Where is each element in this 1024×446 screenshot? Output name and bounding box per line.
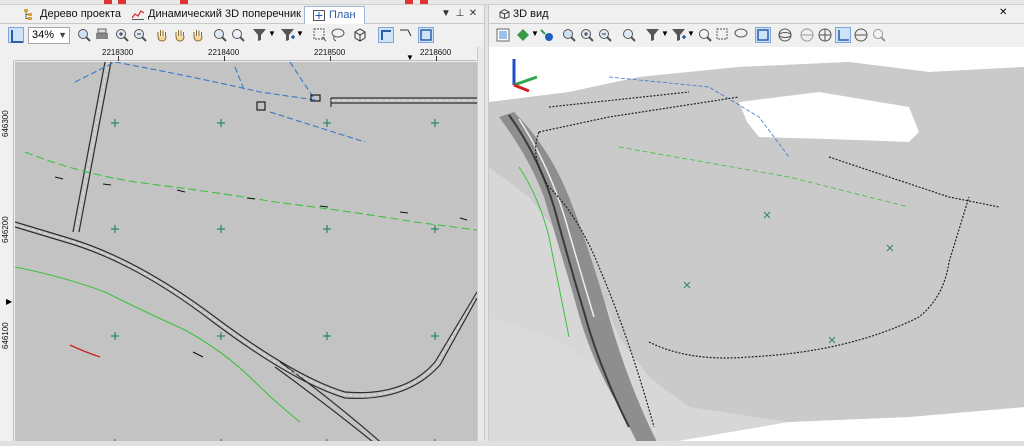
ruler-left: 646300 646200 646100 ▶ (0, 61, 14, 446)
plan-toolbar: 34% ▼ ▼ ▼ (0, 25, 484, 46)
corner-icon (381, 30, 391, 40)
snap-line-icon[interactable] (397, 27, 413, 43)
ruler-toggle-button[interactable] (8, 27, 24, 43)
chevron-down-icon: ▼ (58, 30, 67, 40)
bottom-edge (0, 441, 1024, 446)
pan-hand-alt-icon[interactable] (172, 27, 188, 43)
zoom-value: 34% (32, 29, 55, 41)
snap-corner-button[interactable] (378, 27, 394, 43)
map-markers (54, 94, 468, 358)
zoom-out-icon[interactable] (132, 27, 148, 43)
filter-icon[interactable] (645, 27, 661, 43)
app-window: Дерево проекта Динамический 3D поперечни… (0, 0, 1024, 446)
tab-label: Дерево проекта (40, 8, 121, 20)
tab-label: Динамический 3D поперечник (148, 8, 301, 20)
tab-menu-button[interactable]: ▼ (440, 7, 452, 21)
axis-gizmo (512, 59, 538, 93)
layers-icon[interactable] (495, 27, 511, 43)
ruler-label: 646300 (1, 110, 10, 137)
filter-icon[interactable] (252, 27, 268, 43)
plan-pane: Дерево проекта Динамический 3D поперечни… (0, 5, 484, 446)
select-window-icon[interactable] (312, 27, 328, 43)
close-button[interactable]: ✕ (467, 7, 479, 21)
red-line (69, 344, 101, 358)
zoom-extents-icon[interactable] (561, 27, 577, 43)
green-lines (15, 151, 477, 423)
3d-view-icon (499, 9, 510, 19)
tree-icon (24, 9, 32, 20)
surface-icon[interactable] (515, 27, 531, 43)
3d-box-icon[interactable] (352, 27, 368, 43)
cross-section-icon (132, 10, 144, 20)
filter-add-icon[interactable] (280, 27, 296, 43)
chevron-down-icon[interactable]: ▼ (687, 29, 695, 38)
magnify-icon[interactable] (871, 27, 887, 43)
tab-project-tree[interactable]: Дерево проекта (16, 6, 129, 24)
3d-toolbar: ▼ ▼ ▼ (489, 25, 1024, 46)
road-lines (15, 62, 477, 446)
zoom-select[interactable]: 34% ▼ (28, 27, 70, 44)
chevron-down-icon[interactable]: ▼ (661, 29, 669, 38)
axis-toggle-button[interactable] (835, 27, 851, 43)
axis-icon (838, 30, 849, 41)
chevron-down-icon[interactable]: ▼ (531, 29, 539, 38)
zoom-in-icon[interactable] (114, 27, 130, 43)
tab-label: План (329, 9, 356, 21)
frame-toggle-button[interactable] (755, 27, 771, 43)
3d-terrain-drawing (489, 59, 1024, 446)
ruler-label: 646200 (1, 216, 10, 243)
ruler-label: 646100 (1, 322, 10, 349)
ruler-marker-icon: ▼ (406, 53, 414, 62)
rotate-view-icon[interactable] (799, 27, 815, 43)
lasso-select-icon[interactable] (733, 27, 749, 43)
3d-viewport[interactable] (489, 47, 1024, 446)
frame-icon (757, 29, 769, 41)
ruler-top: 2218300 2218400 2218500 2218600 ▼ (14, 47, 476, 62)
pan-hand-move-icon[interactable] (190, 27, 206, 43)
print-icon[interactable] (94, 27, 110, 43)
globe-icon[interactable] (817, 27, 833, 43)
light-source-icon[interactable] (539, 27, 555, 43)
select-window-icon[interactable] (715, 27, 731, 43)
zoom-out-icon[interactable] (597, 27, 613, 43)
plan-map-canvas[interactable] (15, 62, 477, 446)
pick-icon[interactable] (697, 27, 713, 43)
tab-plan[interactable]: План (304, 6, 365, 24)
chevron-down-icon[interactable]: ▼ (296, 29, 304, 38)
zoom-extents-icon[interactable] (76, 27, 92, 43)
lasso-select-icon[interactable] (330, 27, 346, 43)
tab-bar: Дерево проекта Динамический 3D поперечни… (0, 5, 484, 24)
3d-view-pane: 3D вид ✕ ▼ ▼ ▼ (489, 5, 1024, 446)
3d-view-titlebar: 3D вид ✕ (489, 5, 1024, 24)
ruler-marker-icon: ▶ (6, 297, 13, 306)
pin-button[interactable]: ⊥ (454, 7, 466, 21)
orbit-icon[interactable] (777, 27, 793, 43)
filter-add-icon[interactable] (671, 27, 687, 43)
sphere-icon[interactable] (853, 27, 869, 43)
chevron-down-icon[interactable]: ▼ (268, 29, 276, 38)
pan-hand-icon[interactable] (154, 27, 170, 43)
blue-lines (74, 62, 366, 143)
zoom-window-icon[interactable] (212, 27, 228, 43)
vertical-scrollbar[interactable] (477, 47, 484, 446)
plan-icon (313, 10, 325, 21)
frame-toggle-button[interactable] (418, 27, 434, 43)
zoom-window-icon[interactable] (621, 27, 637, 43)
3d-view-title: 3D вид (499, 8, 549, 20)
close-button[interactable]: ✕ (999, 7, 1007, 18)
zoom-previous-icon[interactable] (230, 27, 246, 43)
zoom-in-icon[interactable] (579, 27, 595, 43)
ruler-icon (11, 30, 23, 43)
tab-dynamic-cross-section[interactable]: Динамический 3D поперечник (124, 6, 309, 24)
frame-icon (420, 29, 432, 41)
plan-drawing (15, 62, 477, 446)
title-text: 3D вид (513, 8, 549, 20)
